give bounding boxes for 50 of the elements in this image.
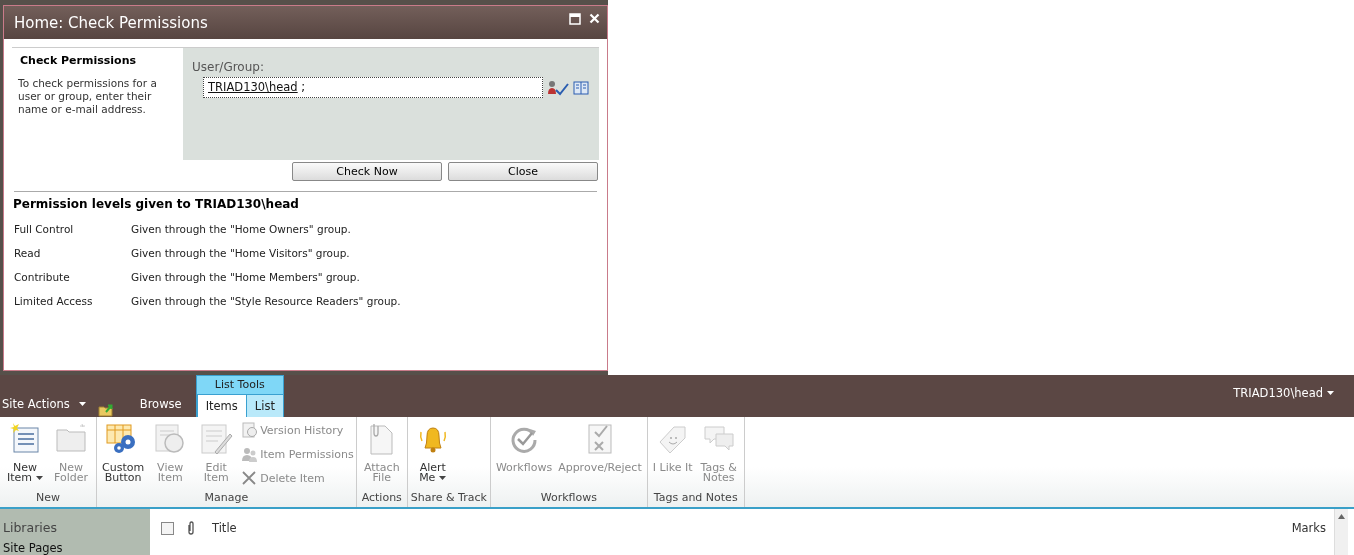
select-all-checkbox[interactable] — [161, 521, 174, 535]
people-icon — [241, 446, 258, 462]
permission-level: Read — [13, 246, 42, 260]
group-label: Share & Track — [409, 490, 488, 506]
group-label: Manage — [203, 490, 250, 506]
section-title: Check Permissions — [20, 54, 137, 67]
paperclip-icon — [187, 521, 195, 535]
sidebar-item[interactable]: Site Pages — [3, 541, 150, 555]
document-pencil-icon — [199, 422, 234, 456]
ribbon-button[interactable]: New Item — [2, 422, 48, 483]
scroll-up-icon[interactable] — [1338, 514, 1345, 519]
group-label: New — [35, 490, 61, 506]
maximize-icon[interactable] — [569, 13, 581, 25]
sidebar-heading[interactable]: Libraries — [3, 520, 150, 535]
dropdown-caret-icon — [1327, 391, 1334, 395]
field-label: User/Group: — [192, 60, 265, 74]
group-label: Tags and Notes — [652, 490, 739, 506]
permission-level: Full Control — [13, 222, 75, 236]
ribbon-button[interactable]: Custom Button — [99, 422, 148, 483]
ribbon-button[interactable]: Alert Me — [409, 422, 456, 483]
group-label: Workflows — [539, 490, 598, 506]
dialog-button[interactable]: Check Now — [292, 162, 442, 181]
permission-source: Given through the "Home Members" group. — [131, 270, 360, 284]
ribbon-tab[interactable]: Items — [196, 395, 246, 417]
results-heading: Permission levels given to TRIAD130\head — [13, 197, 300, 211]
column-header[interactable]: Title — [212, 521, 1279, 535]
ribbon-tab[interactable]: List — [245, 395, 283, 417]
user-menu[interactable]: TRIAD130\head — [1233, 386, 1334, 400]
permission-source: Given through the "Style Resource Readers" group. — [131, 294, 401, 308]
ribbon-tab[interactable]: Browse — [125, 394, 196, 417]
scrollbar[interactable] — [1334, 509, 1348, 555]
permission-source: Given through the "Home Owners" group. — [131, 222, 351, 236]
close-icon[interactable] — [589, 13, 600, 24]
clock-document-icon — [241, 422, 258, 438]
permission-level: Contribute — [13, 270, 71, 284]
context-group-label: List Tools — [196, 376, 283, 395]
site-actions-menu[interactable]: Site Actions — [2, 397, 86, 411]
address-book-icon[interactable] — [573, 80, 589, 95]
permission-level: Limited Access — [13, 294, 94, 308]
group-label: Actions — [360, 490, 403, 506]
section-description: To check permissions for a user or group, enter their name or e-mail address. — [18, 77, 158, 116]
people-picker-field[interactable]: TRIAD130\head ; — [203, 77, 543, 98]
permission-source: Given through the "Home Visitors" group. — [131, 246, 350, 260]
cross-icon — [241, 470, 258, 486]
dropdown-caret-icon — [78, 402, 86, 406]
folder-arrow-icon[interactable] — [97, 403, 114, 417]
dialog-button[interactable]: Close — [448, 162, 598, 181]
dialog-title: Home: Check Permissions — [14, 13, 209, 32]
check-names-icon[interactable] — [547, 79, 569, 96]
column-header[interactable]: Marks — [1291, 521, 1326, 535]
